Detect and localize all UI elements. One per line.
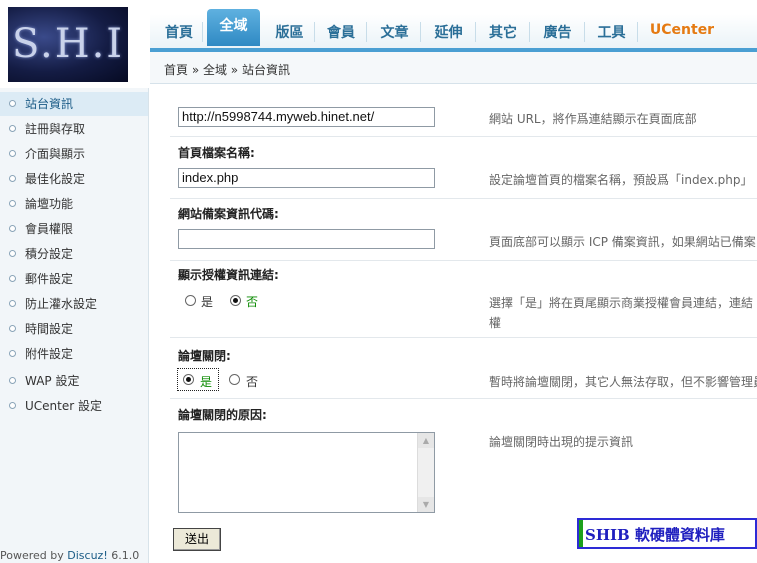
divider	[170, 260, 757, 261]
sidebar-item-mail[interactable]: 郵件設定	[0, 267, 148, 291]
tab-members[interactable]: 會員	[316, 22, 367, 42]
forum-closed-tip: 暫時將論壇關閉，其它人無法存取，但不影響管理員	[489, 375, 757, 389]
icp-label: 網站備案資訊代碼:	[178, 207, 279, 221]
discuz-link[interactable]: Discuz!	[67, 549, 107, 562]
closed-yes-label: 是	[200, 375, 213, 389]
forum-closed-label: 論壇關閉:	[178, 349, 231, 363]
closed-yes-radio[interactable]	[183, 374, 194, 385]
tab-extensions[interactable]: 延伸	[422, 22, 476, 42]
sidebar-item-wap[interactable]: WAP 設定	[0, 369, 148, 393]
tab-other[interactable]: 其它	[477, 22, 530, 42]
sidebar-item-anti-spam[interactable]: 防止灌水設定	[0, 292, 148, 316]
bullet-icon	[9, 377, 16, 384]
icp-input[interactable]	[178, 229, 435, 249]
breadcrumb: 首頁 » 全域 » 站台資訊	[150, 52, 757, 84]
index-file-label: 首頁檔案名稱:	[178, 146, 255, 160]
sidebar-item-site-info[interactable]: 站台資訊	[0, 92, 148, 116]
tab-posts[interactable]: 文章	[369, 22, 421, 42]
bullet-icon	[9, 100, 16, 107]
sidebar-item-ucenter[interactable]: UCenter 設定	[0, 394, 148, 418]
watermark-text: SHIB 軟硬體資料庫	[585, 526, 725, 544]
closed-no-radio[interactable]	[229, 374, 240, 385]
sidebar-item-registration[interactable]: 註冊與存取	[0, 117, 148, 141]
sidebar-item-attachments[interactable]: 附件設定	[0, 342, 148, 366]
bullet-icon	[9, 200, 16, 207]
sidebar-item-member-permissions[interactable]: 會員權限	[0, 217, 148, 241]
license-yes-label: 是	[201, 295, 214, 309]
tab-forums[interactable]: 版區	[265, 22, 315, 42]
powered-by: Powered by Discuz! 6.1.0	[0, 549, 140, 562]
scroll-down-icon[interactable]: ▼	[418, 497, 434, 512]
index-file-tip: 設定論壇首頁的檔案名稱，預設爲「index.php」	[489, 173, 753, 187]
sidebar-item-forum-functions[interactable]: 論壇功能	[0, 192, 148, 216]
site-logo: S.H.I	[8, 7, 128, 82]
bullet-icon	[9, 275, 16, 282]
bullet-icon	[9, 175, 16, 182]
breadcrumb-text: 首頁 » 全域 » 站台資訊	[164, 63, 290, 77]
bullet-icon	[9, 150, 16, 157]
closed-no-label: 否	[246, 375, 259, 389]
tab-home[interactable]: 首頁	[156, 22, 203, 42]
close-reason-textarea[interactable]: ▲ ▼	[178, 432, 435, 513]
license-link-label: 顯示授權資訊連結:	[178, 268, 279, 282]
bullet-icon	[9, 350, 16, 357]
sidebar-item-optimization[interactable]: 最佳化設定	[0, 167, 148, 191]
license-yes-radio[interactable]	[185, 295, 196, 306]
license-no-label: 否	[246, 295, 259, 309]
divider	[170, 337, 757, 338]
sidebar: 站台資訊 註冊與存取 介面與顯示 最佳化設定 論壇功能 會員權限 積分設定 郵件…	[0, 88, 149, 563]
divider	[170, 398, 757, 399]
top-nav: 首頁 全域 版區 會員 文章 延伸 其它 廣告 工具 UCenter	[150, 0, 757, 52]
license-tip-line2: 權	[489, 316, 502, 330]
sidebar-item-credits[interactable]: 積分設定	[0, 242, 148, 266]
submit-button[interactable]: 送出	[173, 528, 221, 551]
close-reason-tip: 論壇關閉時出現的提示資訊	[489, 435, 634, 449]
license-tip-line1: 選擇「是」將在頁尾顯示商業授權會員連結，連結	[489, 296, 754, 310]
bullet-icon	[9, 300, 16, 307]
tab-global[interactable]: 全域	[207, 9, 260, 46]
textarea-scrollbar[interactable]: ▲ ▼	[417, 433, 434, 512]
close-reason-label: 論壇關閉的原因:	[178, 408, 267, 422]
scroll-up-icon[interactable]: ▲	[418, 433, 434, 448]
bullet-icon	[9, 225, 16, 232]
sidebar-item-time[interactable]: 時間設定	[0, 317, 148, 341]
site-url-tip: 網站 URL，將作爲連結顯示在頁面底部	[489, 112, 697, 126]
sidebar-item-interface[interactable]: 介面與顯示	[0, 142, 148, 166]
watermark-badge: SHIB 軟硬體資料庫	[577, 518, 757, 549]
divider	[170, 198, 757, 199]
icp-tip: 頁面底部可以顯示 ICP 備案資訊，如果網站已備案	[489, 235, 756, 249]
tab-ads[interactable]: 廣告	[531, 22, 585, 42]
bullet-icon	[9, 402, 16, 409]
tab-tools[interactable]: 工具	[586, 22, 638, 42]
site-url-input[interactable]: http://n5998744.myweb.hinet.net/	[178, 107, 435, 127]
license-no-radio[interactable]	[230, 295, 241, 306]
tab-ucenter[interactable]: UCenter	[644, 22, 720, 42]
bullet-icon	[9, 250, 16, 257]
bullet-icon	[9, 125, 16, 132]
bullet-icon	[9, 325, 16, 332]
settings-form: http://n5998744.myweb.hinet.net/ 網站 URL，…	[150, 84, 757, 563]
logo-text: S.H.I	[12, 21, 125, 67]
divider	[170, 136, 757, 137]
index-file-input[interactable]: index.php	[178, 168, 435, 188]
